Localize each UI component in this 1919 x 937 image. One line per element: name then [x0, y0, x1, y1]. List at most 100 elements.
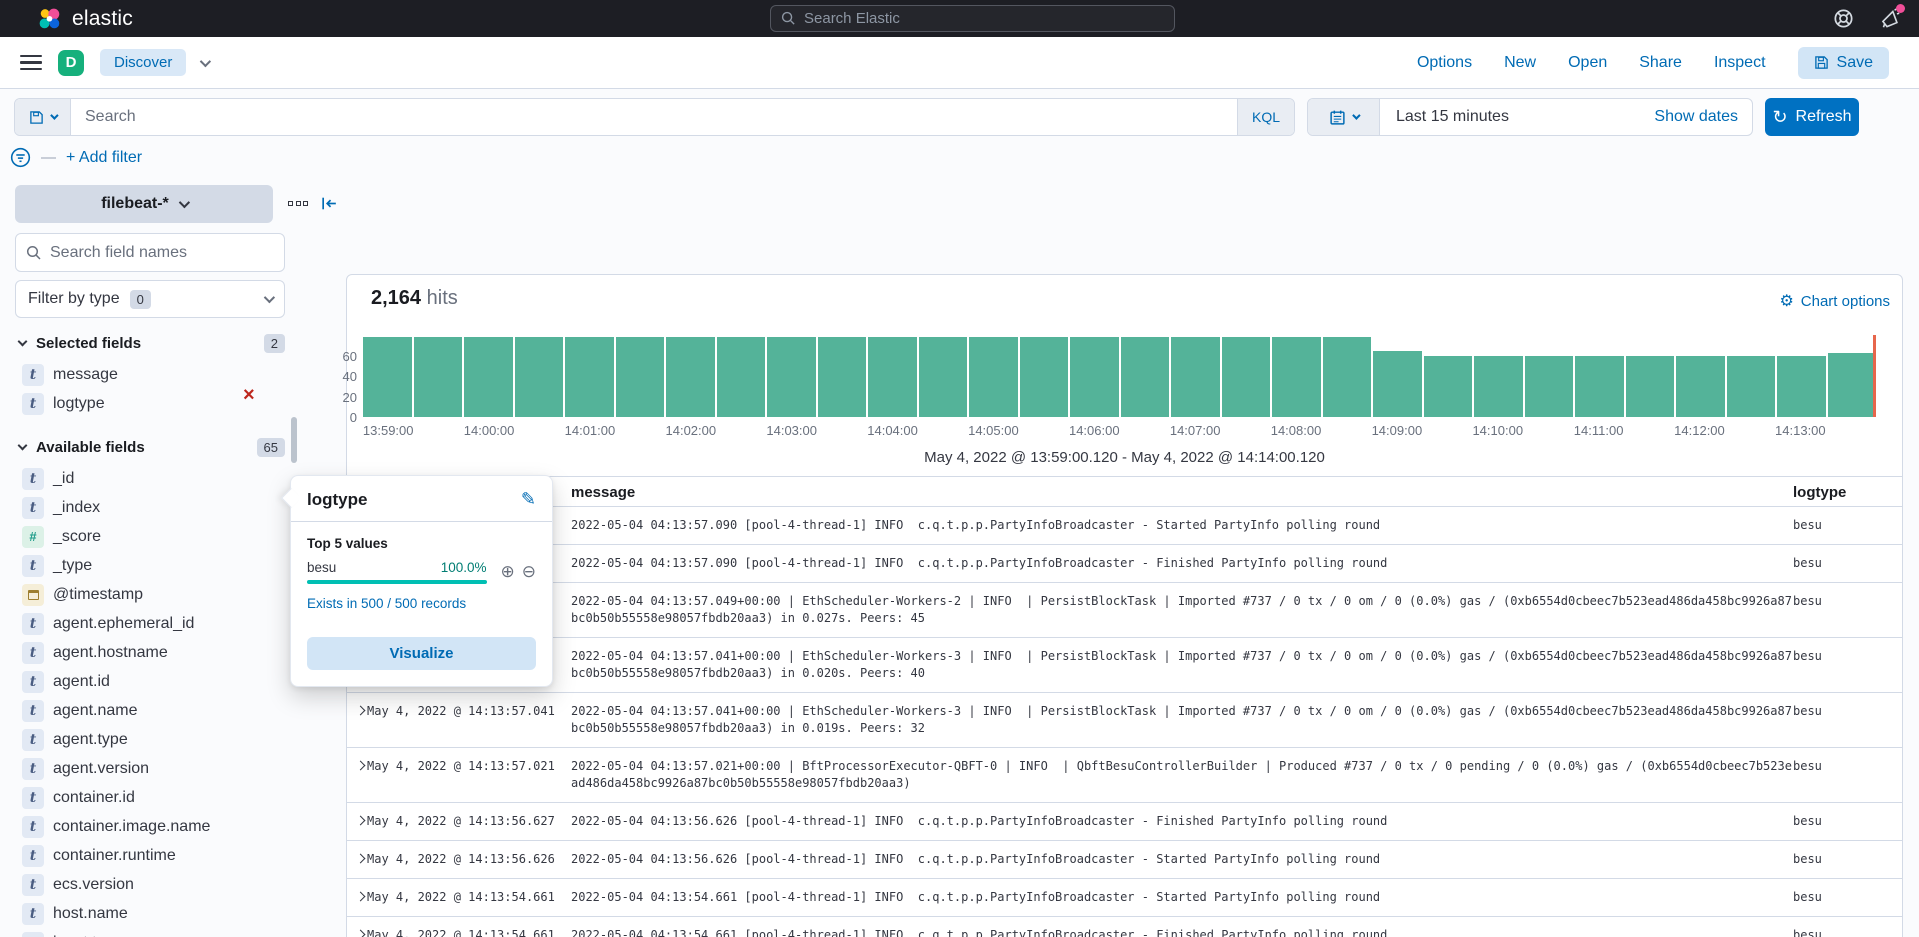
- chevron-down-icon: [264, 292, 275, 303]
- logo-text: elastic: [72, 7, 133, 31]
- field-item-agent.hostname[interactable]: tagent.hostname: [15, 638, 285, 667]
- field-item-ecs.version[interactable]: tecs.version: [15, 870, 285, 899]
- workarea: KQL Last 15 minutes Show dates ↻ Refresh: [0, 89, 1919, 937]
- filter-icon[interactable]: [10, 147, 31, 168]
- field-item-agent.type[interactable]: tagent.type: [15, 725, 285, 754]
- column-header-message[interactable]: message: [571, 484, 635, 501]
- text-field-icon: t: [22, 816, 44, 838]
- field-item-agent.version[interactable]: tagent.version: [15, 754, 285, 783]
- cell-logtype: besu: [1793, 555, 1822, 572]
- newsfeed-icon[interactable]: [1880, 8, 1901, 29]
- field-name: agent.id: [53, 673, 110, 691]
- field-name: logtype: [53, 395, 105, 413]
- space-avatar[interactable]: D: [58, 50, 84, 76]
- visualize-button[interactable]: Visualize: [307, 637, 536, 670]
- refresh-icon: ↻: [1772, 108, 1787, 126]
- field-item-_score[interactable]: #_score: [15, 522, 285, 551]
- filter-dash: —: [41, 149, 56, 166]
- chart-options-button[interactable]: ⚙ Chart options: [1779, 291, 1890, 311]
- expand-row-icon[interactable]: [356, 706, 366, 716]
- elastic-logo-icon: [38, 7, 62, 31]
- x-axis-tick: 14:10:00: [1472, 423, 1523, 438]
- field-item-_index[interactable]: t_index: [15, 493, 285, 522]
- field-item-container.image.name[interactable]: t container.image.name: [15, 812, 285, 841]
- cell-time: May 4, 2022 @ 14:13:54.661: [367, 927, 567, 937]
- chevron-down-icon: [1352, 111, 1360, 119]
- field-item-@timestamp[interactable]: @timestamp: [15, 580, 285, 609]
- save-button[interactable]: Save: [1798, 47, 1889, 79]
- cell-message: 2022-05-04 04:13:57.090 [pool-4-thread-1…: [571, 555, 1793, 572]
- refresh-button[interactable]: ↻ Refresh: [1765, 98, 1859, 136]
- field-item-container.id[interactable]: tcontainer.id: [15, 783, 285, 812]
- chevron-down-icon[interactable]: [200, 55, 211, 66]
- field-item-agent.ephemeral_id[interactable]: tagent.ephemeral_id: [15, 609, 285, 638]
- field-name: container.image.name: [53, 818, 210, 836]
- popover-field-name: logtype: [307, 490, 367, 510]
- cell-message: 2022-05-04 04:13:57.041+00:00 | EthSched…: [571, 703, 1793, 737]
- documents-table: 2022-05-04 04:13:57.090 [pool-4-thread-1…: [347, 507, 1902, 937]
- toolbar-link-new[interactable]: New: [1504, 54, 1536, 72]
- text-field-icon: t: [22, 468, 44, 490]
- toolbar-link-inspect[interactable]: Inspect: [1714, 54, 1766, 72]
- global-search[interactable]: [770, 5, 1175, 32]
- column-header-logtype[interactable]: logtype: [1793, 484, 1846, 501]
- expand-row-icon[interactable]: [356, 854, 366, 864]
- field-item-_type[interactable]: t_type: [15, 551, 285, 580]
- x-axis-tick: 14:03:00: [766, 423, 817, 438]
- expand-row-icon[interactable]: [356, 930, 366, 937]
- elastic-logo[interactable]: elastic: [38, 7, 133, 31]
- expand-row-icon[interactable]: [356, 892, 366, 902]
- index-pattern-select[interactable]: filebeat-*: [15, 185, 273, 223]
- table-row: May 4, 2022 @ 14:13:57.0412022-05-04 04:…: [347, 693, 1902, 748]
- toolbar-links: Options New Open Share Inspect: [1417, 54, 1766, 72]
- available-fields-header[interactable]: Available fields 65: [15, 436, 285, 458]
- x-axis-tick: 14:08:00: [1271, 423, 1322, 438]
- show-dates-button[interactable]: Show dates: [1640, 99, 1752, 135]
- date-quick-menu-button[interactable]: [1308, 99, 1380, 135]
- selected-fields-header[interactable]: Selected fields 2: [15, 332, 285, 354]
- sidebar-scrollbar[interactable]: [291, 417, 297, 463]
- expand-row-icon[interactable]: [356, 816, 366, 826]
- help-icon[interactable]: [1833, 8, 1854, 29]
- query-input[interactable]: [71, 99, 1237, 135]
- field-item-container.runtime[interactable]: tcontainer.runtime: [15, 841, 285, 870]
- filter-for-value-icon[interactable]: ⊕: [501, 562, 515, 582]
- table-header: message logtype: [347, 476, 1902, 507]
- index-options-icon[interactable]: [288, 201, 308, 206]
- date-field-icon: [22, 584, 44, 606]
- filter-out-value-icon[interactable]: ⊖: [522, 562, 536, 582]
- edit-field-icon[interactable]: ✎: [521, 489, 536, 510]
- field-item-host.name[interactable]: thost.name: [15, 899, 285, 928]
- exists-in-records-link[interactable]: Exists in 500 / 500 records: [307, 596, 536, 611]
- kql-toggle[interactable]: KQL: [1237, 99, 1294, 135]
- field-search-input[interactable]: [50, 244, 274, 262]
- text-field-icon: t: [22, 787, 44, 809]
- field-name: agent.hostname: [53, 644, 168, 662]
- cell-time: May 4, 2022 @ 14:13:56.626: [367, 851, 567, 868]
- time-range-value[interactable]: Last 15 minutes: [1380, 99, 1640, 135]
- x-axis-tick: 13:59:00: [363, 423, 414, 438]
- expand-row-icon[interactable]: [356, 761, 366, 771]
- field-item-_id[interactable]: t_id: [15, 464, 285, 493]
- filter-by-type-button[interactable]: Filter by type 0: [15, 280, 285, 318]
- global-search-input[interactable]: [804, 10, 1164, 27]
- saved-query-menu-button[interactable]: [15, 99, 71, 135]
- add-filter-button[interactable]: + Add filter: [66, 149, 142, 167]
- collapse-sidebar-icon[interactable]: [320, 194, 339, 213]
- cell-logtype: besu: [1793, 703, 1822, 720]
- field-item-agent.id[interactable]: tagent.id: [15, 667, 285, 696]
- toolbar-link-open[interactable]: Open: [1568, 54, 1607, 72]
- field-name: @timestamp: [53, 586, 143, 604]
- cell-logtype: besu: [1793, 889, 1822, 906]
- field-item-input.type[interactable]: tinput.type: [15, 928, 285, 937]
- breadcrumb[interactable]: Discover: [100, 49, 186, 76]
- menu-icon[interactable]: [20, 55, 42, 70]
- field-item-agent.name[interactable]: tagent.name: [15, 696, 285, 725]
- cell-message: 2022-05-04 04:13:56.626 [pool-4-thread-1…: [571, 813, 1793, 830]
- toolbar-link-share[interactable]: Share: [1639, 54, 1682, 72]
- x-axis-tick: 14:06:00: [1069, 423, 1120, 438]
- selected-fields-label: Selected fields: [36, 335, 141, 352]
- table-row: 2022-05-04 04:13:57.041+00:00 | EthSched…: [347, 638, 1902, 693]
- remove-field-icon[interactable]: ×: [243, 382, 1911, 408]
- toolbar-link-options[interactable]: Options: [1417, 54, 1472, 72]
